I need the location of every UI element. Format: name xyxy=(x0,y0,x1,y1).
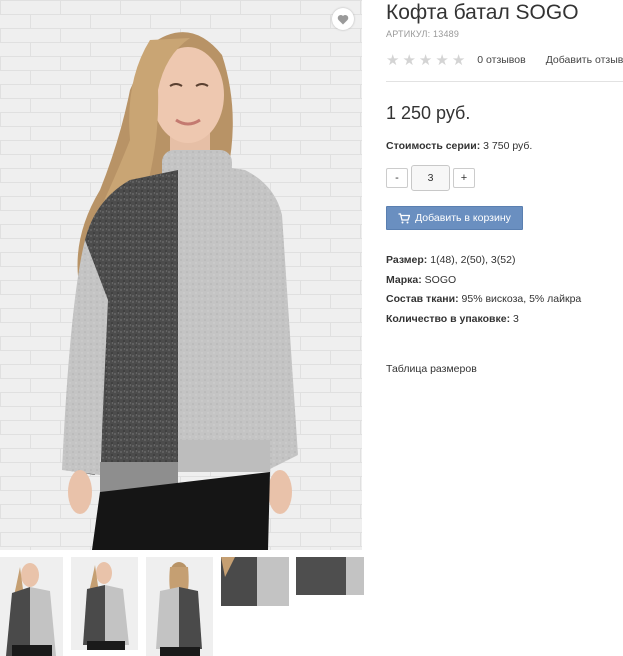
star-icon[interactable]: ★ xyxy=(386,53,399,68)
quantity-decrease-button[interactable]: - xyxy=(386,168,408,188)
cart-icon xyxy=(398,212,411,223)
reviews-count-link[interactable]: 0 отзывов xyxy=(477,54,525,66)
add-review-link[interactable]: Добавить отзыв xyxy=(546,54,623,66)
thumbnail-3[interactable] xyxy=(146,557,213,656)
attribute-value: 95% вискоза, 5% лайкра xyxy=(461,293,582,305)
product-price: 1 250 руб. xyxy=(386,103,471,123)
quantity-stepper: - + xyxy=(386,165,623,191)
product-attributes: Размер: 1(48), 2(50), 3(52) Марка: SOGO … xyxy=(386,251,623,329)
star-icon[interactable]: ★ xyxy=(402,53,415,68)
thumbnail-4[interactable] xyxy=(221,557,289,606)
attribute-value: 3 xyxy=(513,312,519,325)
product-photo-illustration xyxy=(0,0,362,550)
product-sku: АРТИКУЛ: 13489 xyxy=(386,29,460,39)
attribute-size: Размер: 1(48), 2(50), 3(52) xyxy=(386,251,623,271)
product-title: Кофта батал SOGO xyxy=(386,1,579,24)
thumbnail-2[interactable] xyxy=(71,557,138,650)
thumbnail-5[interactable] xyxy=(296,557,364,595)
rating-stars[interactable]: ★ ★ ★ ★ ★ xyxy=(386,53,465,68)
star-icon[interactable]: ★ xyxy=(435,53,448,68)
thumbnail-image xyxy=(0,557,63,656)
thumbnail-image xyxy=(146,557,213,656)
product-main-image[interactable] xyxy=(0,0,362,550)
star-icon[interactable]: ★ xyxy=(452,53,465,68)
quantity-increase-button[interactable]: + xyxy=(453,168,475,188)
attribute-label: Количество в упаковке: xyxy=(386,312,511,325)
add-to-cart-button[interactable]: Добавить в корзину xyxy=(386,206,523,230)
series-cost-label: Стоимость серии: xyxy=(386,140,481,152)
attribute-label: Марка: xyxy=(386,273,422,286)
thumbnail-image xyxy=(296,557,364,595)
rating-row: ★ ★ ★ ★ ★ 0 отзывов Добавить отзыв xyxy=(386,51,623,69)
quantity-input[interactable] xyxy=(411,165,450,191)
divider xyxy=(386,81,623,82)
thumbnail-1[interactable] xyxy=(0,557,63,656)
series-cost: Стоимость серии: 3 750 руб. xyxy=(386,140,623,152)
heart-icon xyxy=(337,14,349,24)
attribute-brand: Марка: SOGO xyxy=(386,271,623,291)
attribute-value: 1(48), 2(50), 3(52) xyxy=(430,254,516,266)
favorite-button[interactable] xyxy=(332,8,354,30)
add-to-cart-label: Добавить в корзину xyxy=(415,212,511,224)
thumbnail-image xyxy=(221,557,289,606)
attribute-label: Размер: xyxy=(386,254,428,266)
thumbnail-image xyxy=(71,557,138,650)
thumbnail-strip xyxy=(0,557,370,656)
size-table-link[interactable]: Таблица размеров xyxy=(386,363,623,375)
product-info: Кофта батал SOGO АРТИКУЛ: 13489 ★ ★ ★ ★ … xyxy=(386,0,623,375)
attribute-label: Состав ткани: xyxy=(386,293,459,305)
attribute-pack-quantity: Количество в упаковке: 3 xyxy=(386,310,623,330)
attribute-value: SOGO xyxy=(424,273,457,286)
series-cost-value: 3 750 руб. xyxy=(483,140,533,152)
star-icon[interactable]: ★ xyxy=(419,53,432,68)
attribute-fabric: Состав ткани: 95% вискоза, 5% лайкра xyxy=(386,290,623,310)
